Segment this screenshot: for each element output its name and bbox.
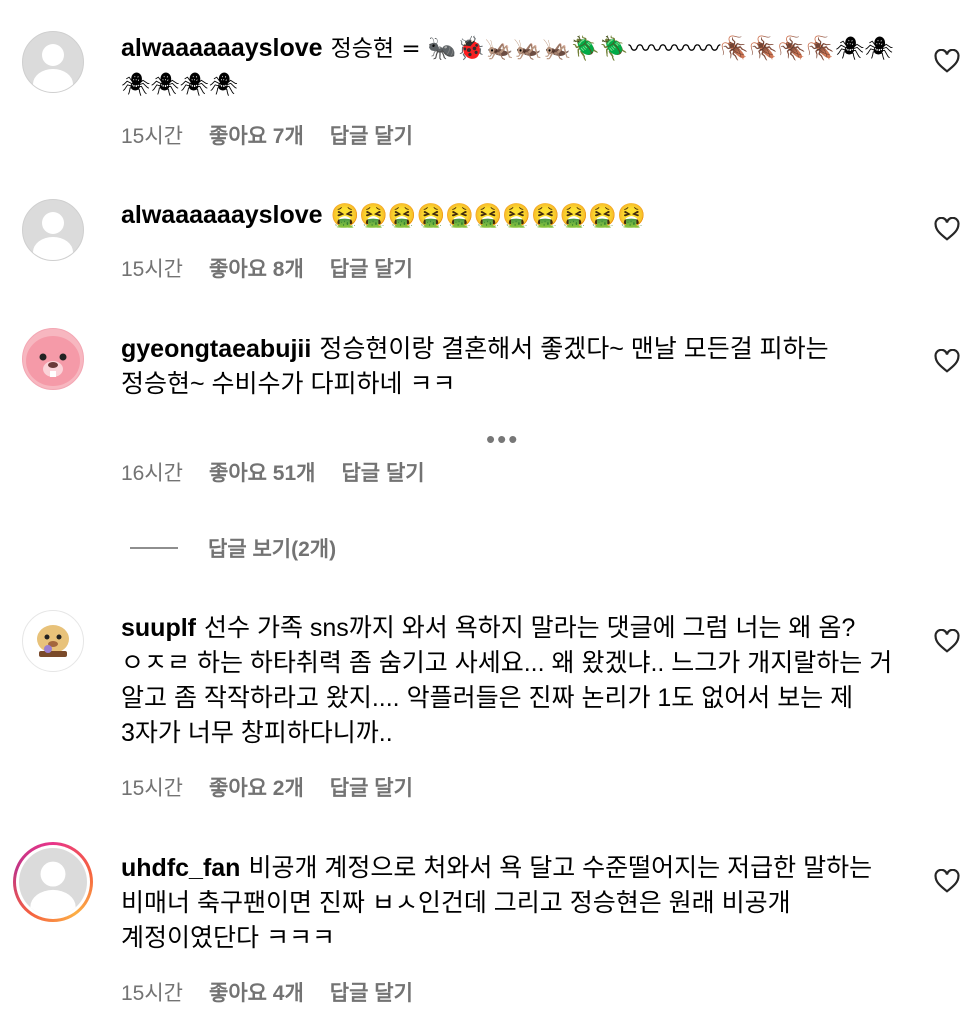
comment-username[interactable]: alwaaaaaayslove: [121, 201, 323, 229]
comment-meta: 15시간 좋아요 8개 답글 달기: [121, 253, 413, 283]
comment-time[interactable]: 15시간: [121, 120, 183, 150]
comment-username[interactable]: uhdfc_fan: [121, 854, 240, 882]
comment-meta: 15시간 좋아요 7개 답글 달기: [121, 120, 413, 150]
comment-likes[interactable]: 좋아요 51개: [209, 457, 315, 487]
heart-icon[interactable]: [934, 869, 960, 893]
comment-body: alwaaaaaayslove 정승현 = 🐜🐞🦗🦗🦗🪲🪲〰〰〰〰🪳🪳🪳🪳🕷🕷🕷🕷…: [121, 31, 901, 103]
heart-icon[interactable]: [934, 217, 960, 241]
comment-body: alwaaaaaayslove 🤮🤮🤮🤮🤮🤮🤮🤮🤮🤮🤮: [121, 198, 901, 234]
comment-time[interactable]: 15시간: [121, 977, 183, 1007]
comment-likes[interactable]: 좋아요 8개: [209, 253, 304, 283]
view-replies-button[interactable]: 답글 보기(2개): [130, 533, 336, 563]
comment-body: uhdfc_fan 비공개 계정으로 처와서 욕 달고 수준떨어지는 저급한 말하…: [121, 851, 901, 956]
comment-username[interactable]: suuplf: [121, 614, 196, 642]
comment-likes[interactable]: 좋아요 2개: [209, 772, 304, 802]
more-options-icon[interactable]: •••: [486, 424, 519, 455]
reply-button[interactable]: 답글 달기: [330, 977, 413, 1007]
comment-text: 선수 가족 sns까지 와서 욕하지 말라는 댓글에 그럼 너는 왜 옴? ㅇㅈ…: [121, 614, 893, 747]
comment-time[interactable]: 15시간: [121, 253, 183, 283]
comment-meta: 16시간 좋아요 51개 답글 달기: [121, 457, 425, 487]
comment-username[interactable]: alwaaaaaayslove: [121, 34, 323, 62]
comment-body: suuplf 선수 가족 sns까지 와서 욕하지 말라는 댓글에 그럼 너는 왜…: [121, 611, 901, 751]
comment-time[interactable]: 16시간: [121, 457, 183, 487]
comment-time[interactable]: 15시간: [121, 772, 183, 802]
avatar[interactable]: [13, 842, 93, 922]
view-replies-label[interactable]: 답글 보기(2개): [208, 533, 336, 563]
replies-divider: [130, 547, 178, 549]
comment-likes[interactable]: 좋아요 7개: [209, 120, 304, 150]
reply-button[interactable]: 답글 달기: [330, 120, 413, 150]
comment-meta: 15시간 좋아요 4개 답글 달기: [121, 977, 413, 1007]
reply-button[interactable]: 답글 달기: [341, 457, 424, 487]
comment-body: gyeongtaeabujii 정승현이랑 결혼해서 좋겠다~ 맨날 모든걸 피하…: [121, 332, 901, 402]
reply-button[interactable]: 답글 달기: [330, 253, 413, 283]
avatar[interactable]: [22, 199, 84, 261]
comment-text: 🤮🤮🤮🤮🤮🤮🤮🤮🤮🤮🤮: [330, 203, 646, 229]
reply-button[interactable]: 답글 달기: [330, 772, 413, 802]
heart-icon[interactable]: [934, 629, 960, 653]
comment-meta: 15시간 좋아요 2개 답글 달기: [121, 772, 413, 802]
avatar[interactable]: [22, 610, 84, 672]
avatar[interactable]: [22, 31, 84, 93]
heart-icon[interactable]: [934, 349, 960, 373]
avatar[interactable]: [22, 328, 84, 390]
comment-likes[interactable]: 좋아요 4개: [209, 977, 304, 1007]
comment-username[interactable]: gyeongtaeabujii: [121, 335, 311, 363]
heart-icon[interactable]: [934, 49, 960, 73]
